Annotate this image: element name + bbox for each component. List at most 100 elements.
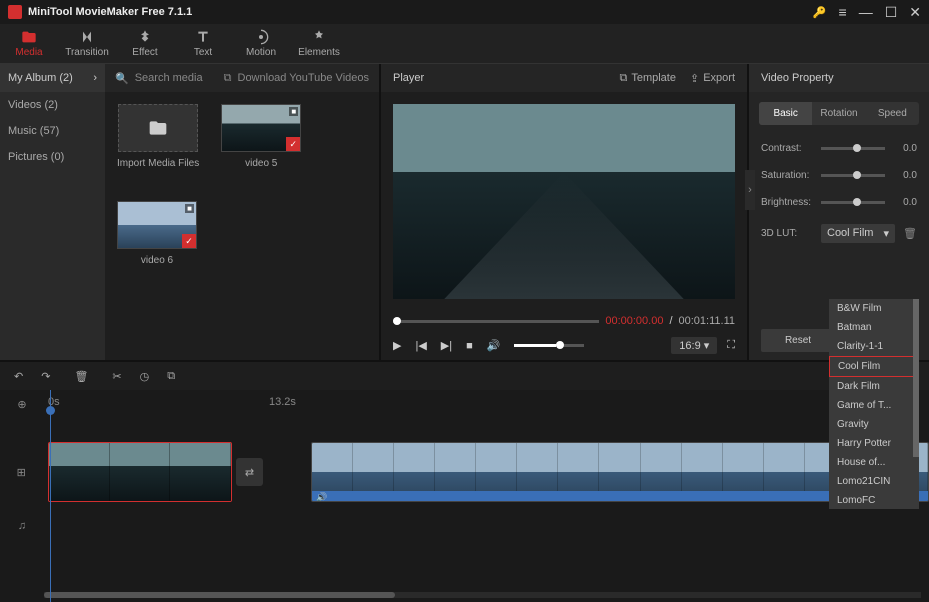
tab-transition[interactable]: Transition [58,24,116,63]
timeline: ⊕ 0s 13.2s ⊞ ⇄ 🔊 ♫ [0,390,929,602]
contrast-slider[interactable] [821,147,885,150]
app-title: MiniTool MovieMaker Free 7.1.1 [28,6,192,18]
delete-lut-button[interactable]: 🗑 [903,227,917,240]
contrast-label: Contrast: [761,143,813,154]
prop-tab-basic[interactable]: Basic [759,102,812,125]
lut-option[interactable]: Game of T... [829,396,919,415]
check-icon: ✓ [286,137,300,151]
prop-tab-rotation[interactable]: Rotation [812,102,865,125]
timeline-scrollbar[interactable] [44,592,921,598]
search-input[interactable]: Search media [135,72,203,84]
sidebar-item-videos[interactable]: Videos (2) [0,92,105,118]
media-sidebar: My Album (2) › Videos (2) Music (57) Pic… [0,64,105,360]
lut-option[interactable]: Gravity [829,415,919,434]
redo-button[interactable]: ↷ [41,370,50,383]
video-track: ⊞ ⇄ 🔊 [0,438,929,506]
lut-option[interactable]: Batman [829,318,919,337]
panel-expand-handle[interactable]: › [745,170,755,210]
props-title: Video Property [749,64,929,92]
lut-select[interactable]: Cool Film ▾ [821,224,895,243]
titlebar: MiniTool MovieMaker Free 7.1.1 🔑 ≡ — ☐ ✕ [0,0,929,24]
transition-button[interactable]: ⇄ [236,458,263,486]
saturation-label: Saturation: [761,170,813,181]
preview-viewport[interactable] [393,104,735,299]
chevron-right-icon: › [93,72,97,84]
fullscreen-button[interactable]: ⛶ [727,339,735,352]
scrub-bar[interactable] [393,320,599,323]
next-frame-button[interactable]: ▶| [441,339,452,352]
media-item-video5[interactable]: ■ ✓ video 5 [221,104,301,169]
lut-label: 3D LUT: [761,228,813,239]
download-icon: ⧉ [224,72,232,85]
saturation-slider[interactable] [821,174,885,177]
export-icon: ⇪ [690,72,699,85]
delete-button[interactable]: 🗑 [74,370,88,383]
cut-button[interactable]: ✂ [112,370,121,383]
app-logo [8,5,22,19]
template-button[interactable]: ⧉ Template [619,72,676,85]
video-track-icon[interactable]: ⊞ [0,466,42,479]
check-icon: ✓ [182,234,196,248]
audio-track-icon[interactable]: ♫ [0,520,44,532]
volume-slider[interactable] [514,344,584,347]
play-button[interactable]: ▶ [393,339,401,352]
aspect-ratio-select[interactable]: 16:9 ▾ [671,337,717,354]
brightness-slider[interactable] [821,201,885,204]
dropdown-scrollbar[interactable] [913,299,919,457]
stop-button[interactable]: ■ [466,340,473,352]
minimize-button[interactable]: — [859,4,873,20]
download-youtube-button[interactable]: ⧉ Download YouTube Videos [224,72,369,85]
timeline-clip-1[interactable] [48,442,232,502]
main-toolbar: Media Transition Effect Text Motion Elem… [0,24,929,64]
sidebar-head[interactable]: My Album (2) › [0,64,105,92]
lut-option[interactable]: House of... [829,453,919,472]
lut-option[interactable]: Lomo21CIN [829,472,919,491]
reset-button[interactable]: Reset [761,329,835,352]
prev-frame-button[interactable]: |◀ [415,339,426,352]
lut-option[interactable]: Clarity-1-1 [829,337,919,356]
media-item-video6[interactable]: ■ ✓ video 6 [117,201,197,266]
lut-option[interactable]: Harry Potter [829,434,919,453]
undo-button[interactable]: ↶ [14,370,23,383]
timeline-toolbar: ↶ ↷ 🗑 ✂ ◷ ⧉ 🎚 − + [0,360,929,390]
contrast-value: 0.0 [893,143,917,154]
sidebar-item-music[interactable]: Music (57) [0,118,105,144]
crop-button[interactable]: ⧉ [167,370,175,383]
tab-text[interactable]: Text [174,24,232,63]
search-icon[interactable]: 🔍 [115,72,129,85]
audio-track: ♫ [0,506,929,546]
brightness-value: 0.0 [893,197,917,208]
time-duration: 00:01:11.11 [679,315,735,327]
media-browser: 🔍 Search media ⧉ Download YouTube Videos… [105,64,379,360]
maximize-button[interactable]: ☐ [885,4,898,21]
sidebar-item-pictures[interactable]: Pictures (0) [0,144,105,170]
time-current: 00:00:00.00 [605,315,663,327]
prop-tab-speed[interactable]: Speed [866,102,919,125]
menu-icon[interactable]: ≡ [839,4,847,20]
saturation-value: 0.0 [893,170,917,181]
lut-option[interactable]: Dark Film [829,377,919,396]
license-key-icon[interactable]: 🔑 [813,6,827,19]
speaker-icon: 🔊 [312,492,327,502]
close-button[interactable]: ✕ [909,4,921,21]
export-button[interactable]: ⇪ Export [690,72,735,85]
video-property-panel: Video Property Basic Rotation Speed Cont… [749,64,929,360]
playhead[interactable] [50,390,51,602]
lut-option[interactable]: LomoFC [829,491,919,509]
tab-effect[interactable]: Effect [116,24,174,63]
lut-option-selected[interactable]: Cool Film [829,356,919,377]
chevron-down-icon: ▾ [884,227,890,240]
speed-button[interactable]: ◷ [140,370,150,383]
player-title: Player [393,72,424,84]
volume-icon[interactable]: 🔊 [487,339,501,352]
tab-media[interactable]: Media [0,24,58,63]
import-media-button[interactable]: Import Media Files [117,104,199,169]
tab-motion[interactable]: Motion [232,24,290,63]
brightness-label: Brightness: [761,197,813,208]
tab-elements[interactable]: Elements [290,24,348,63]
timeline-ruler[interactable]: 0s 13.2s [44,390,929,418]
video-badge-icon: ■ [289,107,298,116]
add-track-button[interactable]: ⊕ [0,390,44,418]
lut-option[interactable]: B&W Film [829,299,919,318]
video-badge-icon: ■ [185,204,194,213]
